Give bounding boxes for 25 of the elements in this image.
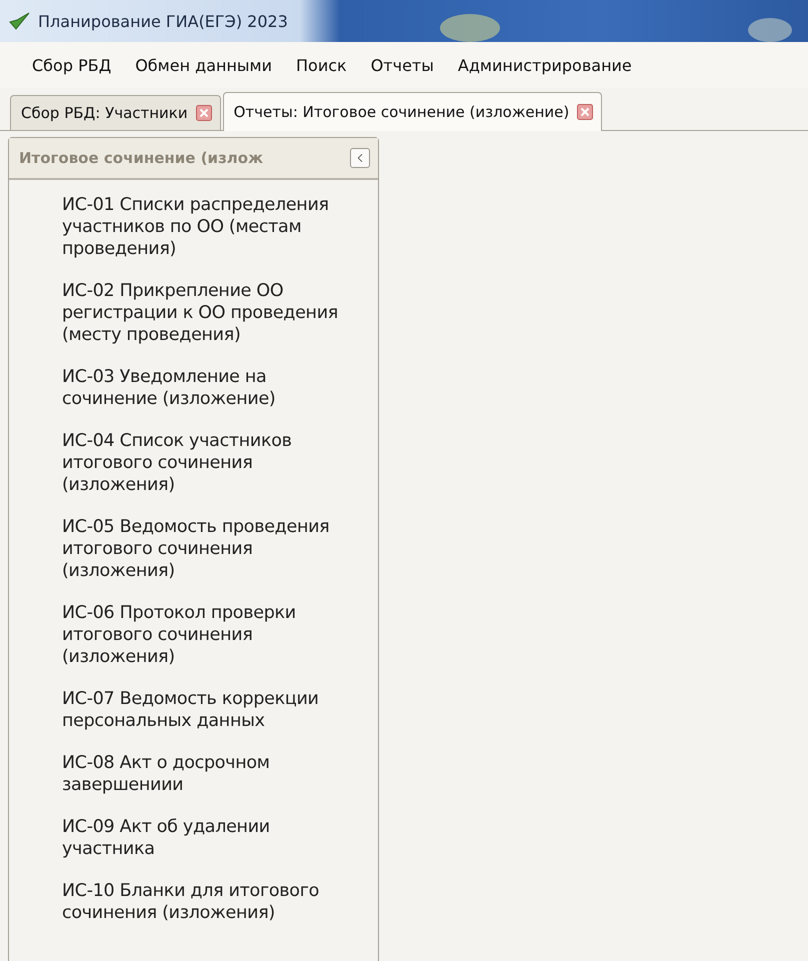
close-icon[interactable] [196, 105, 212, 121]
menu-item[interactable]: Сбор РБД [22, 52, 122, 78]
window-title: Планирование ГИА(ЕГЭ) 2023 [38, 12, 288, 30]
report-link[interactable]: ИС-01 Списки распределения участников по ОО (местам проведения) [62, 194, 352, 260]
report-link[interactable]: ИС-09 Акт об удалении участника [62, 816, 352, 860]
glow-drawing [440, 14, 500, 42]
checkmark-leaf-icon [8, 11, 30, 31]
menu-item[interactable]: Отчеты [360, 52, 444, 78]
report-link[interactable]: ИС-02 Прикрепление ОО регистрации к ОО проведения (месту проведения) [62, 280, 352, 346]
menu-item[interactable]: Обмен данными [125, 52, 282, 78]
report-link[interactable]: ИС-08 Акт о досрочном завершениии [62, 752, 352, 796]
collapse-button[interactable] [350, 148, 370, 168]
tab[interactable]: Сбор РБД: Участники [10, 95, 221, 130]
close-icon[interactable] [577, 104, 594, 120]
report-link[interactable]: ИС-04 Список участников итогового сочинения (изложения) [62, 430, 352, 496]
report-link[interactable]: ИС-10 Бланки для итогового сочинения (изложения) [62, 880, 352, 924]
report-link[interactable]: ИС-06 Протокол проверки итогового сочинения (изложения) [62, 602, 352, 668]
glow-drawing [748, 18, 792, 42]
report-link[interactable]: ИС-05 Ведомость проведения итогового сочинения (изложения) [62, 516, 352, 582]
menu-item[interactable]: Поиск [286, 52, 357, 78]
menu-item[interactable]: Администрирование [448, 52, 642, 78]
report-link[interactable]: ИС-07 Ведомость коррекции персональных данных [62, 688, 352, 732]
report-link[interactable]: ИС-03 Уведомление на сочинение (изложение) [62, 366, 352, 410]
tab[interactable]: Отчеты: Итоговое сочинение (изложение) [222, 92, 602, 131]
panel-title: Итоговое сочинение (излож [19, 149, 263, 167]
